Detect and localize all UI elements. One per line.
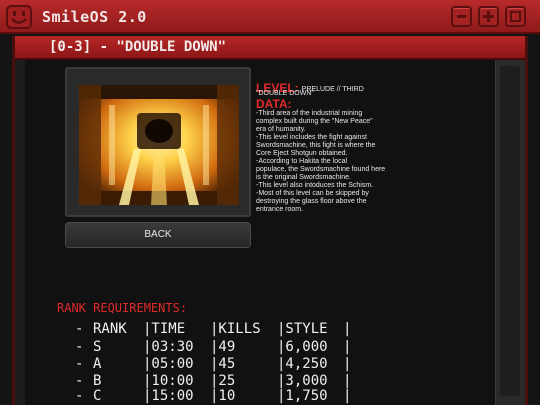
back-button[interactable]: BACK: [65, 222, 251, 248]
rank-cell: S: [93, 339, 102, 355]
rank-cell: |15:00: [143, 388, 194, 404]
description-line: is the original Swordsmachine.: [256, 174, 351, 181]
rank-cell: -: [75, 356, 84, 372]
rank-cell: |: [343, 388, 352, 404]
level-info: LEVEL: PRELUDE // THIRD "DOUBLE DOWN" DAT…: [256, 77, 442, 214]
rank-cell: |: [343, 321, 352, 337]
rank-cell: |10:00: [143, 373, 194, 389]
rank-cell: C: [93, 388, 102, 404]
rank-cell: |4,250: [277, 356, 328, 372]
description-line: destroying the glass floor above the: [256, 198, 367, 205]
rank-row-b: - B |10:00 |25 |3,000 |: [75, 373, 351, 389]
level-description: -Third area of the industrial mining com…: [256, 110, 442, 214]
restore-icon: [510, 11, 521, 22]
rank-row-c: - C |15:00 |10 |1,750 |: [75, 388, 351, 404]
rank-cell: |: [343, 339, 352, 355]
rank-cell: -: [75, 321, 84, 337]
minimize-button[interactable]: [451, 6, 472, 27]
rank-cell: |05:00: [143, 356, 194, 372]
rank-cell: |1,750: [277, 388, 328, 404]
description-line: populace, the Swordsmachine found here: [256, 166, 386, 173]
maximize-button[interactable]: [478, 6, 499, 27]
os-title: SmileOS 2.0: [42, 8, 147, 26]
rank-row-s: - S |03:30 |49 |6,000 |: [75, 339, 351, 355]
level-preview-frame: [65, 67, 251, 217]
rank-cell: B: [93, 373, 102, 389]
rank-cell: |: [343, 373, 352, 389]
scrollbar[interactable]: [495, 60, 525, 405]
rank-cell: -: [75, 388, 84, 404]
rank-table-header: - RANK |TIME |KILLS |STYLE |: [75, 321, 351, 337]
rank-row-a: - A |05:00 |45 |4,250 |: [75, 356, 351, 372]
minimize-icon: [457, 15, 466, 18]
rank-cell: |49: [210, 339, 236, 355]
description-line: -Most of this level can be skipped by: [256, 190, 369, 197]
rank-requirements-heading: RANK REQUIREMENTS:: [57, 301, 188, 315]
restore-button[interactable]: [505, 6, 526, 27]
description-line: complex built during the "New Peace": [256, 118, 373, 125]
description-line: Swordsmachine, this fight is where the: [256, 142, 376, 149]
description-line: entrance room.: [256, 206, 304, 213]
description-line: -Third area of the industrial mining: [256, 110, 363, 117]
maximize-icon: [483, 11, 494, 22]
description-line: era of humanity.: [256, 126, 306, 133]
rank-cell: |03:30: [143, 339, 194, 355]
rank-cell: |10: [210, 388, 236, 404]
smile-logo-icon: [6, 5, 32, 29]
rank-cell: |KILLS: [210, 321, 261, 337]
rank-cell: -: [75, 373, 84, 389]
rank-cell: |6,000: [277, 339, 328, 355]
rank-cell: |: [343, 356, 352, 372]
description-line: Core Eject Shotgun obtained.: [256, 150, 348, 157]
window-titlebar[interactable]: [0-3] - "DOUBLE DOWN": [15, 36, 525, 60]
rank-cell: |45: [210, 356, 236, 372]
rank-cell: |3,000: [277, 373, 328, 389]
description-line: -According to Hakita the local: [256, 158, 348, 165]
rank-cell: |STYLE: [277, 321, 328, 337]
rank-cell: |25: [210, 373, 236, 389]
os-taskbar: SmileOS 2.0: [0, 0, 540, 34]
description-line: -This level also intoduces the Schism.: [256, 182, 374, 189]
rank-cell: A: [93, 356, 102, 372]
scrollbar-thumb[interactable]: [500, 66, 520, 396]
level-preview-image: [79, 85, 239, 205]
data-heading: DATA:: [256, 97, 292, 111]
rank-cell: RANK: [93, 321, 127, 337]
window-title: [0-3] - "DOUBLE DOWN": [49, 39, 227, 55]
rank-cell: -: [75, 339, 84, 355]
rank-cell: |TIME: [143, 321, 186, 337]
description-line: -This level includes the fight against: [256, 134, 367, 141]
